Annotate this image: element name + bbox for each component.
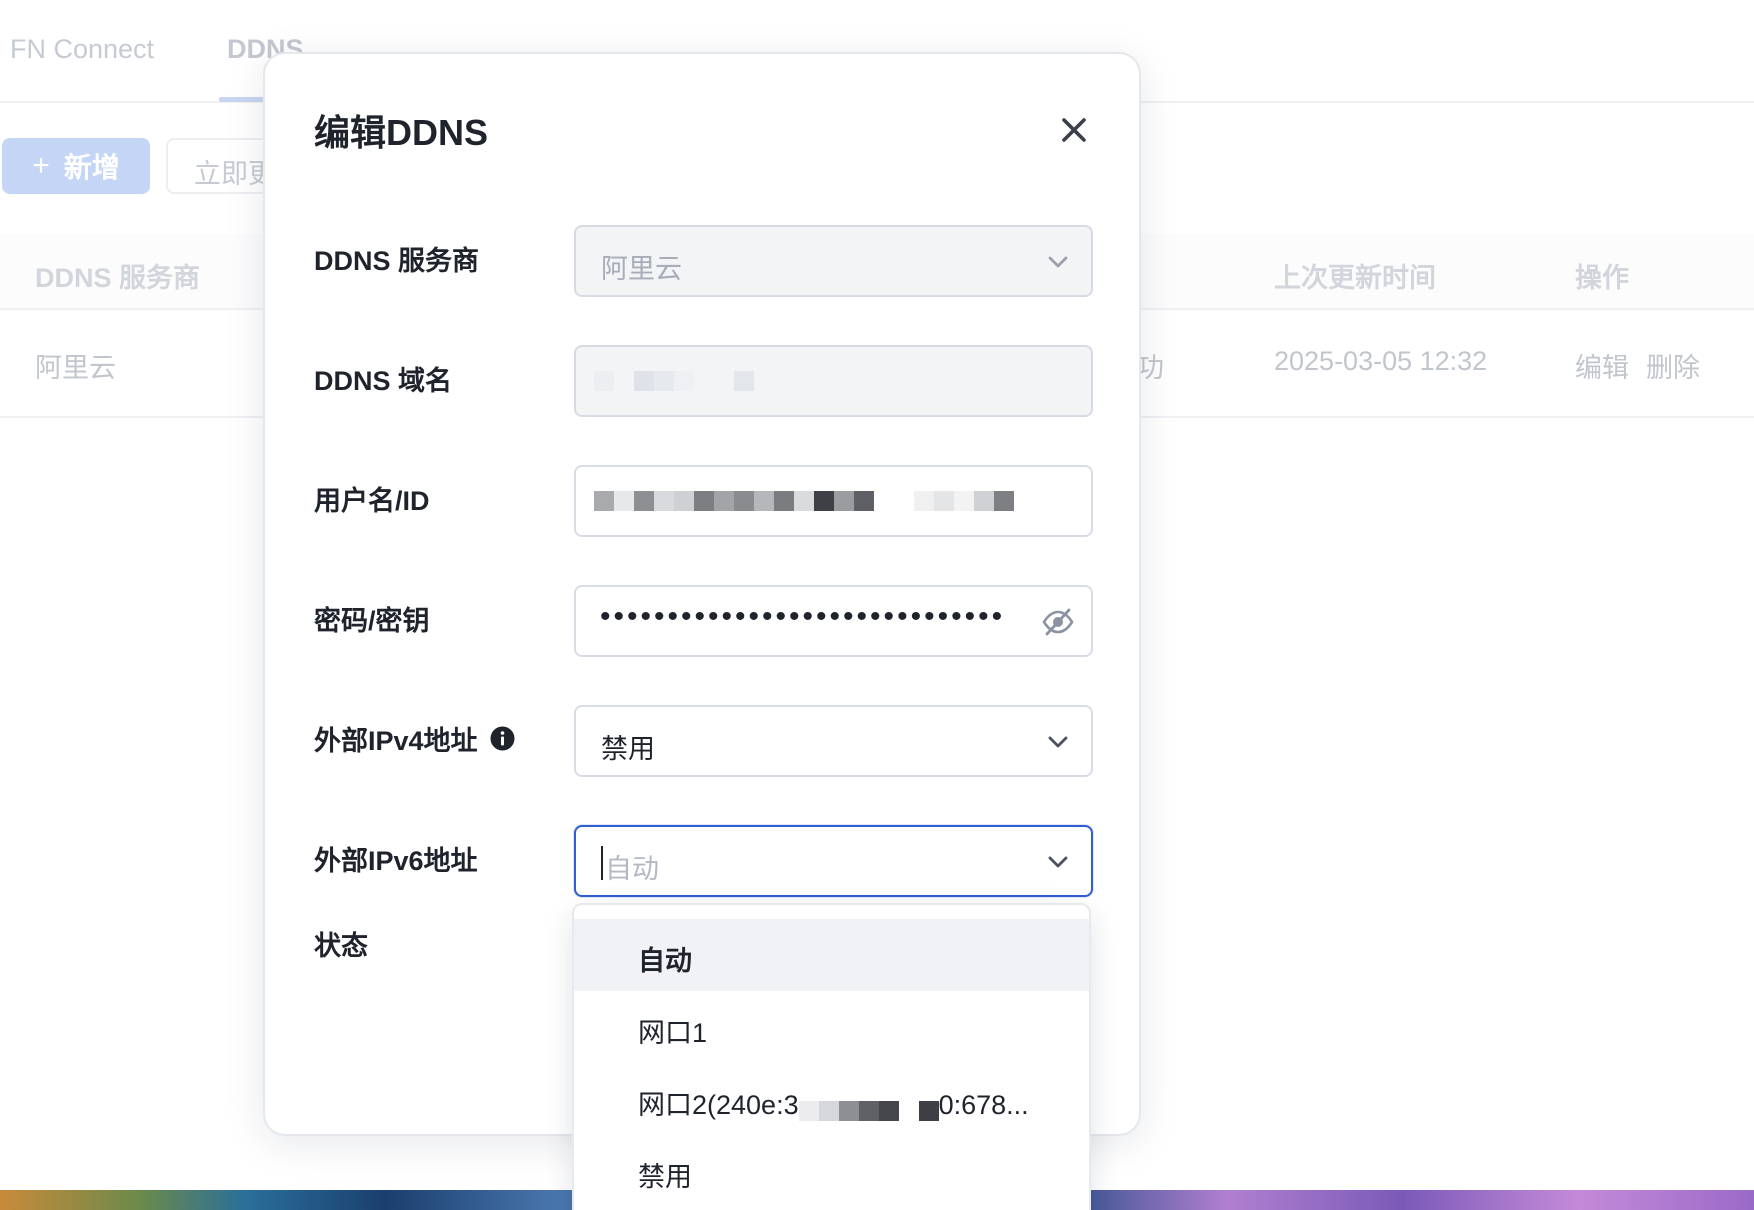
cell-updated: 2025-03-05 12:32 [1274, 346, 1488, 376]
domain-input[interactable] [574, 345, 1093, 417]
dropdown-option-port1[interactable]: 网口1 [574, 991, 1089, 1063]
info-icon[interactable] [490, 726, 515, 751]
provider-select[interactable]: 阿里云 [574, 225, 1093, 297]
tab-fn-connect[interactable]: FN Connect [10, 34, 154, 65]
redacted-username [594, 491, 1014, 513]
chevron-down-icon [1048, 856, 1068, 868]
chevron-down-icon [1048, 256, 1068, 268]
password-input[interactable]: •••••••••••••••••••••••••••••• [574, 585, 1093, 657]
column-header-updated: 上次更新时间 [1274, 263, 1436, 293]
cell-status: 功 [1137, 353, 1164, 383]
column-header-provider: DDNS 服务商 [35, 263, 201, 293]
status-label: 状态 [314, 924, 368, 963]
edit-link[interactable]: 编辑 [1575, 346, 1629, 385]
dropdown-option-disabled[interactable]: 禁用 [574, 1135, 1089, 1207]
username-label: 用户名/ID [314, 479, 430, 518]
eye-off-icon[interactable] [1041, 605, 1075, 639]
password-label-text: 密码/密钥 [314, 606, 430, 636]
domain-label: DDNS 域名 [314, 359, 452, 398]
ipv6-select[interactable]: 自动 [574, 825, 1093, 897]
redacted-domain [594, 371, 754, 393]
cell-provider: 阿里云 [35, 353, 116, 383]
provider-select-value: 阿里云 [601, 254, 682, 284]
ipv4-select[interactable]: 禁用 [574, 705, 1093, 777]
port2-label-suffix: 0:678... [938, 1090, 1029, 1120]
domain-label-text: DDNS 域名 [314, 366, 453, 396]
provider-label-text: DDNS 服务商 [314, 246, 480, 276]
close-button[interactable] [1054, 110, 1094, 150]
password-label: 密码/密钥 [314, 599, 430, 638]
column-header-actions: 操作 [1575, 263, 1629, 293]
status-label-text: 状态 [314, 931, 368, 961]
port2-label-prefix: 网口2(240e:3 [638, 1090, 799, 1120]
chevron-down-icon [1048, 736, 1068, 748]
ipv4-label: 外部IPv4地址 [314, 719, 515, 758]
ipv6-label-text: 外部IPv6地址 [314, 846, 478, 876]
username-label-text: 用户名/ID [314, 486, 430, 516]
password-value: •••••••••••••••••••••••••••••• [600, 600, 1006, 633]
ipv4-select-value: 禁用 [601, 734, 655, 764]
add-button[interactable]: + 新增 [2, 138, 150, 194]
ipv6-select-placeholder: 自动 [605, 854, 659, 884]
dialog-title: 编辑DDNS [314, 112, 489, 153]
ipv6-label: 外部IPv6地址 [314, 839, 478, 878]
add-button-label: 新增 [63, 152, 120, 183]
ipv6-dropdown-menu: 自动 网口1 网口2(240e:3 0:678... 禁用 [572, 903, 1091, 1210]
redacted-ipv6 [798, 1097, 939, 1121]
dropdown-option-auto[interactable]: 自动 [574, 919, 1089, 991]
plus-icon: + [32, 149, 50, 182]
dropdown-option-port2[interactable]: 网口2(240e:3 0:678... [574, 1063, 1089, 1135]
delete-link[interactable]: 删除 [1646, 346, 1700, 385]
provider-label: DDNS 服务商 [314, 239, 479, 278]
text-caret [601, 846, 603, 880]
ipv4-label-text: 外部IPv4地址 [314, 726, 478, 756]
close-icon [1062, 118, 1086, 142]
username-input[interactable] [574, 465, 1093, 537]
